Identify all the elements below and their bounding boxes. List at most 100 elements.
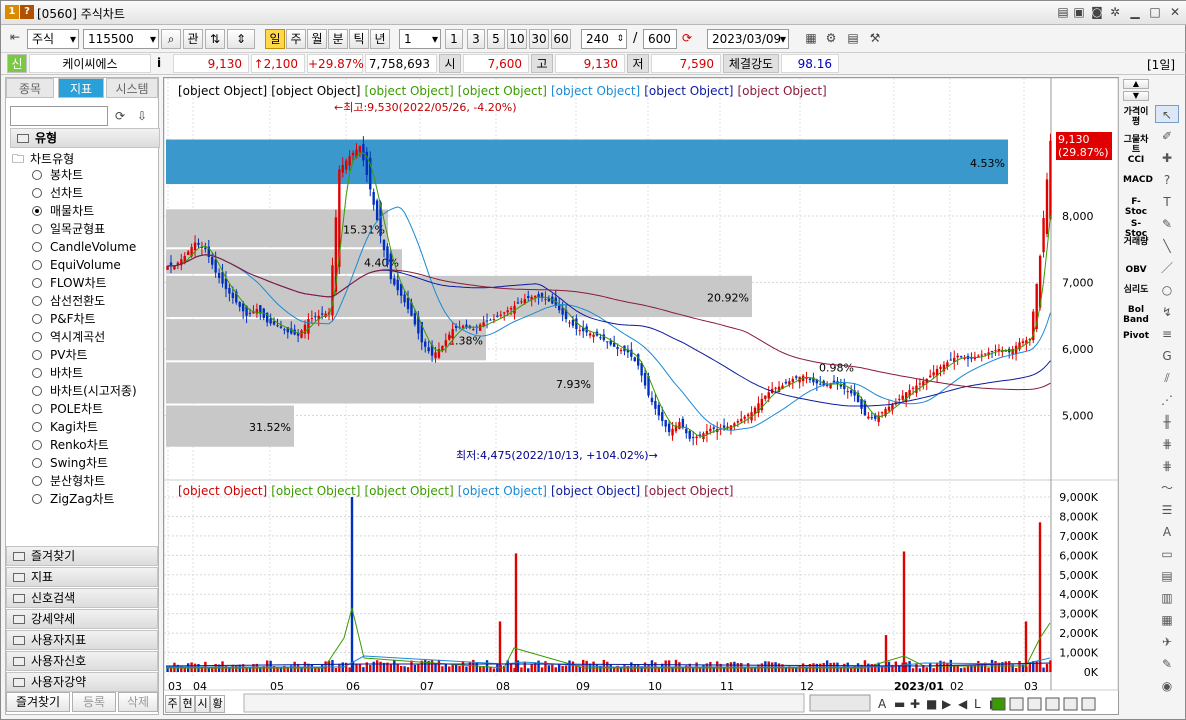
close-button[interactable]: ✕: [1167, 4, 1183, 20]
indicator-button[interactable]: 그물차트: [1123, 135, 1149, 155]
chart-scrollbar-track[interactable]: [243, 693, 805, 713]
settings-icon[interactable]: ✎: [1155, 655, 1179, 673]
save-chart-icon[interactable]: [1027, 697, 1042, 711]
chart-type-item[interactable]: 매물차트: [6, 202, 158, 220]
line-tool-icon[interactable]: ／: [1155, 259, 1179, 277]
text-icon[interactable]: T: [1155, 193, 1179, 211]
legend-item[interactable]: [object Object]: [365, 484, 454, 498]
chart-type-item[interactable]: FLOW차트: [6, 274, 158, 292]
count-input[interactable]: 240 ⇕: [581, 29, 627, 49]
updown-button[interactable]: ⇕: [227, 29, 255, 49]
pencil-icon[interactable]: ✎: [1155, 215, 1179, 233]
period-button[interactable]: 일: [265, 29, 285, 49]
indicator-button[interactable]: CCI: [1123, 155, 1149, 165]
link-icon[interactable]: ▤: [1055, 4, 1071, 20]
left-group-4[interactable]: 사용자지표: [6, 630, 158, 650]
radio-icon[interactable]: [32, 188, 42, 198]
indicator-search-input[interactable]: [10, 106, 108, 126]
chart-type-item[interactable]: CandleVolume: [6, 238, 158, 256]
period-button[interactable]: 틱: [349, 29, 369, 49]
indicator-button[interactable]: 가격이평: [1123, 107, 1149, 127]
excel-icon[interactable]: [991, 697, 1006, 711]
count-max-input[interactable]: 600: [643, 29, 677, 49]
radio-icon[interactable]: [32, 170, 42, 180]
print-icon[interactable]: ▤: [845, 30, 861, 46]
indicator-button[interactable]: Pivot: [1123, 331, 1149, 341]
export-icon[interactable]: [1081, 697, 1096, 711]
grid-icon[interactable]: ╫: [1155, 413, 1179, 431]
legend-item[interactable]: [object Object]: [644, 84, 733, 98]
alert-icon[interactable]: ◉: [1155, 677, 1179, 695]
interval-button[interactable]: 5: [487, 29, 505, 49]
chart-type-item[interactable]: ZigZag차트: [6, 490, 158, 508]
type-section-header[interactable]: 유형: [10, 128, 160, 148]
camera-icon[interactable]: ◙: [1089, 4, 1105, 20]
tool-icon[interactable]: [1063, 697, 1078, 711]
chart-control-icon[interactable]: ◀: [958, 697, 968, 711]
left-group-5[interactable]: 사용자신호: [6, 651, 158, 671]
indicator-button[interactable]: 심리도: [1123, 285, 1149, 295]
left-group-3[interactable]: 강세약세: [6, 609, 158, 629]
minimize-button[interactable]: ▁: [1127, 4, 1143, 20]
radio-icon[interactable]: [32, 368, 42, 378]
period-button[interactable]: 주: [286, 29, 306, 49]
legend-item[interactable]: [object Object]: [458, 484, 547, 498]
g-icon[interactable]: G: [1155, 347, 1179, 365]
chart-bottom-tab[interactable]: 현: [180, 695, 195, 713]
chart-control-icon[interactable]: ▶: [942, 697, 952, 711]
list-view-icon[interactable]: [1009, 697, 1024, 711]
chart-type-item[interactable]: 역시계곡선: [6, 328, 158, 346]
legend-item[interactable]: [object Object]: [178, 484, 267, 498]
left-tab-2[interactable]: 시스템: [106, 78, 158, 98]
auto-icon[interactable]: A: [1155, 523, 1179, 541]
radio-icon[interactable]: [32, 314, 42, 324]
save-icon[interactable]: ▣: [1071, 4, 1087, 20]
legend-item[interactable]: [object Object]: [551, 484, 640, 498]
window-number-badge[interactable]: 1: [5, 5, 19, 19]
radio-icon[interactable]: [32, 458, 42, 468]
pin-icon[interactable]: ✚: [1155, 149, 1179, 167]
link-button[interactable]: ⇅: [205, 29, 225, 49]
legend-item[interactable]: [object Object]: [271, 484, 360, 498]
legend-item[interactable]: [object Object]: [178, 84, 267, 98]
indicator-button[interactable]: F-Stoc: [1123, 197, 1149, 217]
interval-button[interactable]: 1: [445, 29, 463, 49]
pattern-icon[interactable]: ⋕: [1155, 435, 1179, 453]
andrews-icon[interactable]: ⋕: [1155, 457, 1179, 475]
radio-icon[interactable]: [32, 422, 42, 432]
legend-item[interactable]: [object Object]: [271, 84, 360, 98]
chart-type-item[interactable]: EquiVolume: [6, 256, 158, 274]
image-icon[interactable]: [1045, 697, 1060, 711]
chart-control-icon[interactable]: ▬: [894, 697, 905, 711]
left-group-0[interactable]: 즐겨찾기: [6, 546, 158, 566]
eraser-icon[interactable]: ✐: [1155, 127, 1179, 145]
chart-bottom-tab[interactable]: 주: [165, 695, 180, 713]
chart-type-item[interactable]: PV차트: [6, 346, 158, 364]
date-input[interactable]: 2023/03/09 ▾: [707, 29, 789, 49]
circle-icon[interactable]: ○: [1155, 281, 1179, 299]
left-bottom-button-1[interactable]: 등록: [72, 692, 116, 712]
legend-item[interactable]: [object Object]: [365, 84, 454, 98]
count-select[interactable]: 1 ▾: [399, 29, 441, 49]
download-icon[interactable]: ⇩: [134, 108, 150, 124]
fibo-icon[interactable]: ≡: [1155, 325, 1179, 343]
radio-icon[interactable]: [32, 206, 42, 216]
scroll-down-button[interactable]: ▼: [1123, 91, 1149, 101]
radio-icon[interactable]: [32, 494, 42, 504]
market-select[interactable]: 주식 ▾: [27, 29, 79, 49]
left-bottom-button-2[interactable]: 삭제: [118, 692, 158, 712]
chart-type-item[interactable]: P&F차트: [6, 310, 158, 328]
chart-type-item[interactable]: 분산형차트: [6, 472, 158, 490]
fan-icon[interactable]: ⫽: [1155, 369, 1179, 387]
radio-icon[interactable]: [32, 386, 42, 396]
cursor-icon[interactable]: ↖: [1155, 105, 1179, 123]
chart-type-item[interactable]: Kagi차트: [6, 418, 158, 436]
interval-button[interactable]: 3: [467, 29, 485, 49]
period-button[interactable]: 년: [370, 29, 390, 49]
radio-icon[interactable]: [32, 332, 42, 342]
wrench-icon[interactable]: ✈: [1155, 633, 1179, 651]
chart-type-item[interactable]: 일목균형표: [6, 220, 158, 238]
refresh-icon[interactable]: ⟳: [112, 108, 128, 124]
prev-stock-icon[interactable]: ⇤: [7, 29, 23, 45]
refresh-icon[interactable]: ⟳: [679, 30, 695, 46]
